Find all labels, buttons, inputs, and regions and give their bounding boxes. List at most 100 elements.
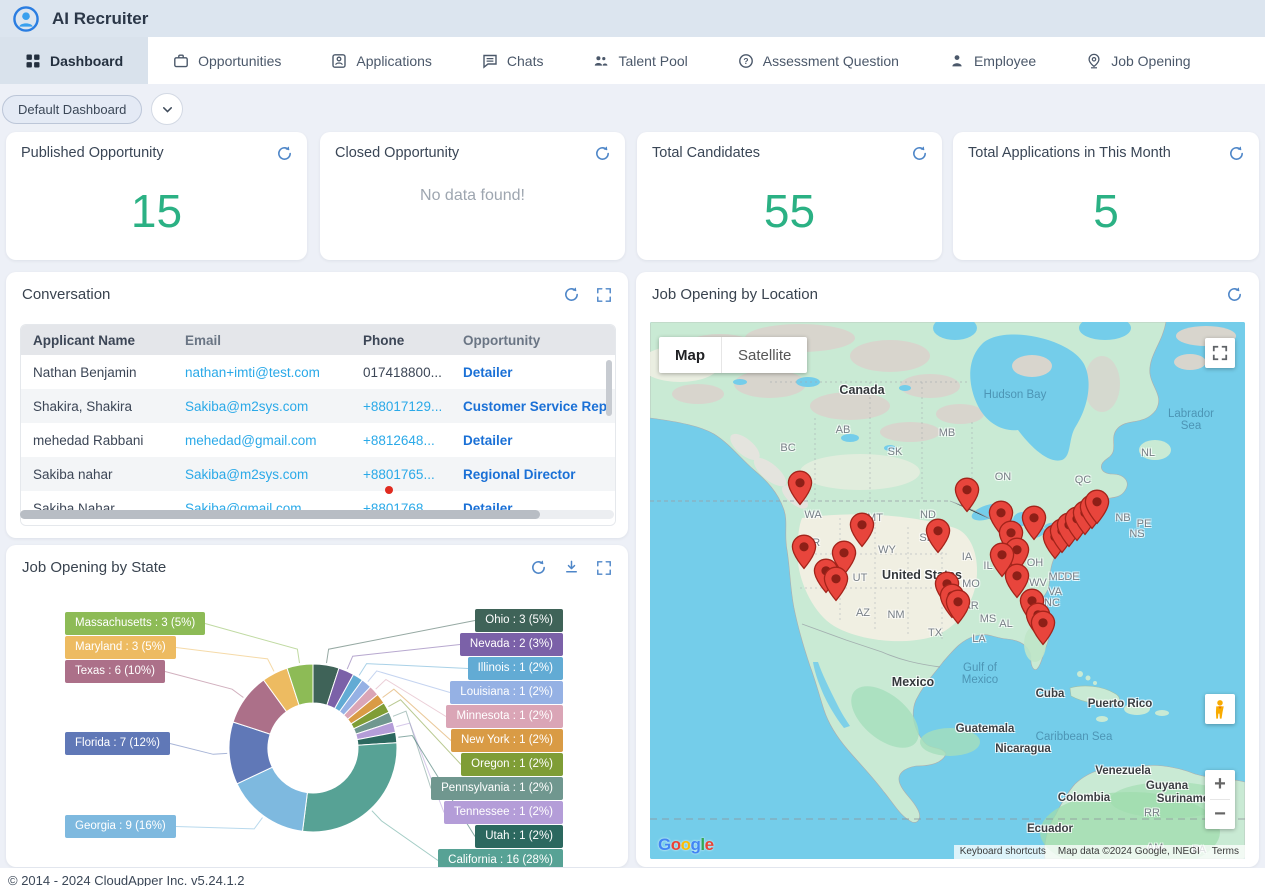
opportunity-link[interactable]: Regional Director xyxy=(463,467,576,482)
svg-text:?: ? xyxy=(743,56,748,66)
geo-label: TX xyxy=(928,627,942,639)
chart-label-tennessee: Tennessee : 1 (2%) xyxy=(444,801,563,824)
satellite-button[interactable]: Satellite xyxy=(722,337,807,373)
tab-label: Applications xyxy=(356,53,432,69)
refresh-icon[interactable] xyxy=(1228,145,1245,167)
table-row: Sakiba nahar Sakiba@m2sys.com +8801765..… xyxy=(21,457,615,491)
phone-link[interactable]: +8801765... xyxy=(363,467,435,482)
table-row: Nathan Benjamin nathan+imti@test.com 017… xyxy=(21,355,615,389)
stat-card-published-opportunity: Published Opportunity 15 xyxy=(6,132,307,260)
geo-label: BC xyxy=(780,442,795,454)
tab-employee[interactable]: Employee xyxy=(924,37,1061,84)
map-fullscreen-button[interactable] xyxy=(1205,338,1235,368)
geo-label: Mexico xyxy=(892,675,934,689)
tab-talent-pool[interactable]: Talent Pool xyxy=(568,37,712,84)
geo-label: Suriname xyxy=(1157,793,1209,805)
geo-label: AB xyxy=(836,424,851,436)
column-header[interactable]: Opportunity xyxy=(451,333,609,348)
keyboard-shortcuts-link[interactable]: Keyboard shortcuts xyxy=(954,845,1052,859)
phone-link[interactable]: +88017129... xyxy=(363,399,442,414)
map-pin-icon[interactable] xyxy=(954,477,980,513)
footer: © 2014 - 2024 CloudApper Inc. v5.24.1.2 xyxy=(0,868,1265,886)
geo-label: Guyana xyxy=(1146,780,1188,792)
map-labels-layer: CanadaUnited StatesMexicoCubaPuerto Rico… xyxy=(650,322,1245,859)
email-link[interactable]: mehedad@gmail.com xyxy=(185,433,317,448)
map-pin-icon[interactable] xyxy=(925,518,951,554)
map-pin-icon[interactable] xyxy=(823,566,849,602)
geo-label: Hudson Bay xyxy=(984,389,1047,401)
talent-pool-icon xyxy=(593,53,609,69)
stat-card-total-applications-in-this-month: Total Applications in This Month 5 xyxy=(953,132,1259,260)
stat-card-total-candidates: Total Candidates 55 xyxy=(637,132,942,260)
geo-label: Ecuador xyxy=(1027,823,1073,835)
refresh-icon[interactable] xyxy=(911,145,928,167)
tab-dashboard[interactable]: Dashboard xyxy=(0,37,148,84)
expand-icon[interactable] xyxy=(596,287,612,303)
state-chart-panel: Job Opening by State Ohio : 3 (5%)Nevada… xyxy=(6,545,628,867)
chat-icon xyxy=(482,53,498,69)
stat-card-title: Total Candidates xyxy=(652,145,927,161)
applicant-name-cell: Nathan Benjamin xyxy=(21,365,173,380)
state-chart-area: Ohio : 3 (5%)Nevada : 2 (3%)Illinois : 1… xyxy=(6,583,628,867)
stat-card-title: Published Opportunity xyxy=(21,145,292,161)
map-pin-icon[interactable] xyxy=(945,589,971,625)
app-root: AI Recruiter DashboardOpportunities Appli… xyxy=(0,0,1265,886)
tab-chats[interactable]: Chats xyxy=(457,37,569,84)
expand-icon[interactable] xyxy=(596,560,612,576)
dashboard-icon xyxy=(25,53,41,69)
geo-label: IA xyxy=(962,551,972,563)
dashboard-selector-pill[interactable]: Default Dashboard xyxy=(2,95,142,124)
dashboard-selector-dropdown-button[interactable] xyxy=(151,93,183,125)
chart-label-texas: Texas : 6 (10%) xyxy=(65,660,165,683)
geo-label: MD xyxy=(1048,571,1065,583)
refresh-icon[interactable] xyxy=(1226,286,1243,303)
top-header: AI Recruiter xyxy=(0,0,1265,37)
table-row: Shakira, Shakira Sakiba@m2sys.com +88017… xyxy=(21,389,615,423)
opportunity-link[interactable]: Detailer xyxy=(463,433,513,448)
map-button[interactable]: Map xyxy=(659,337,721,373)
column-header[interactable]: Email xyxy=(173,333,351,348)
zoom-in-button[interactable]: + xyxy=(1205,770,1235,799)
tab-assessment-question[interactable]: ? Assessment Question xyxy=(713,37,924,84)
tab-applications[interactable]: Applications xyxy=(306,37,457,84)
tab-label: Chats xyxy=(507,53,544,69)
geo-label: NS xyxy=(1129,528,1144,540)
refresh-icon[interactable] xyxy=(530,559,547,576)
email-link[interactable]: Sakiba@m2sys.com xyxy=(185,399,308,414)
pegman-button[interactable] xyxy=(1205,694,1235,724)
terms-link[interactable]: Terms xyxy=(1206,845,1245,859)
stat-card-value: 15 xyxy=(6,184,307,238)
refresh-icon[interactable] xyxy=(563,286,580,303)
column-header[interactable]: Applicant Name xyxy=(21,333,173,348)
conversation-table: Applicant NameEmailPhoneOpportunity Nath… xyxy=(20,324,616,526)
email-link[interactable]: nathan+imti@test.com xyxy=(185,365,320,380)
column-header[interactable]: Phone xyxy=(351,333,451,348)
notification-dot xyxy=(385,486,393,494)
app-title: AI Recruiter xyxy=(52,9,148,29)
map-canvas[interactable]: CanadaUnited StatesMexicoCubaPuerto Rico… xyxy=(650,322,1245,859)
zoom-out-button[interactable]: − xyxy=(1205,800,1235,829)
tab-opportunities[interactable]: Opportunities xyxy=(148,37,306,84)
refresh-icon[interactable] xyxy=(276,145,293,167)
map-pin-icon[interactable] xyxy=(787,470,813,506)
geo-label: Labrador Sea xyxy=(1164,408,1218,432)
pegman-icon xyxy=(1209,698,1231,720)
opportunity-link[interactable]: Detailer xyxy=(463,365,513,380)
map-pin-icon[interactable] xyxy=(1084,489,1110,525)
map-pin-icon[interactable] xyxy=(1030,610,1056,646)
applicant-name-cell: Sakiba nahar xyxy=(21,467,173,482)
table-vertical-scrollbar[interactable] xyxy=(606,360,612,416)
refresh-icon[interactable] xyxy=(594,145,611,167)
geo-label: Nicaragua xyxy=(995,743,1051,755)
opportunity-link[interactable]: Customer Service Repr xyxy=(463,399,609,414)
download-icon[interactable] xyxy=(563,559,580,576)
email-link[interactable]: Sakiba@m2sys.com xyxy=(185,467,308,482)
tab-label: Assessment Question xyxy=(763,53,899,69)
phone-link[interactable]: +8812648... xyxy=(363,433,435,448)
tab-job-opening[interactable]: Job Opening xyxy=(1061,37,1215,84)
chart-label-new-york: New York : 1 (2%) xyxy=(451,729,563,752)
google-logo[interactable]: Google xyxy=(658,835,714,855)
geo-label: NB xyxy=(1115,512,1130,524)
stat-card-empty-text: No data found! xyxy=(320,187,625,205)
table-horizontal-scrollbar[interactable] xyxy=(20,510,614,519)
